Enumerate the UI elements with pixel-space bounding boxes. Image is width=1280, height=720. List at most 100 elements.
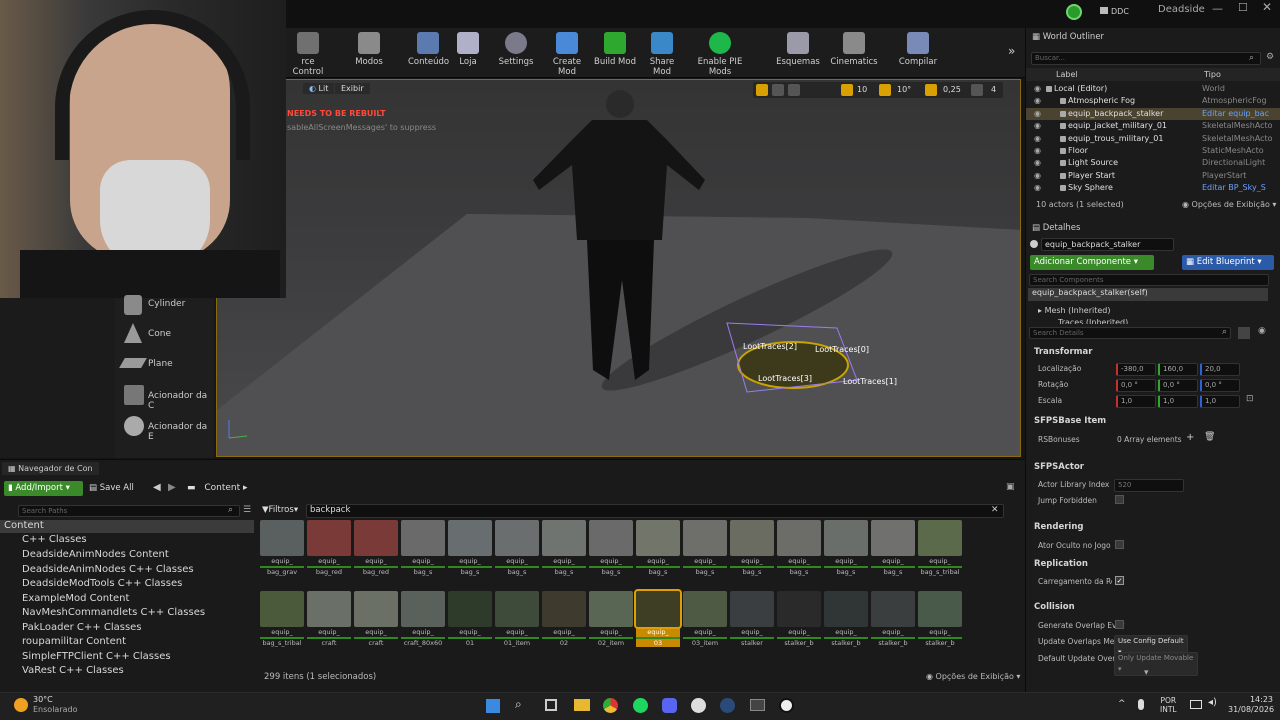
asset-tile[interactable]: equip_ 01 [448,591,492,655]
cinematics-button[interactable]: Cinematics [830,32,878,74]
replication-section[interactable]: Replication [1034,559,1088,569]
asset-tile[interactable]: equip_ stalker [730,591,774,655]
col-label[interactable]: Label [1056,70,1078,79]
outliner-row[interactable]: ◉ equip_jacket_military_01 SkeletalMeshAct… [1026,120,1280,132]
folder-item[interactable]: roupamilitar Content [0,636,254,650]
scale-snap-value[interactable]: 0,25 [943,85,961,94]
clear-search-icon[interactable]: ✕ [991,505,999,515]
spotify-icon[interactable] [633,698,648,713]
steam-icon[interactable] [720,698,735,713]
actor-name-field[interactable]: equip_backpack_stalker [1041,238,1174,251]
outliner-row[interactable]: ◉ equip_backpack_stalker Editar equip_bac [1026,107,1280,120]
scale-label[interactable]: Escala [1038,396,1062,405]
asset-tile[interactable]: equip_ stalker_b [918,591,962,655]
compile-button[interactable]: Compilar [898,32,938,74]
move-tool-icon[interactable] [756,84,768,96]
scale-x[interactable]: 1,0 [1116,395,1156,408]
scale-tool-icon[interactable] [788,84,800,96]
scale-snap-icon[interactable] [925,84,937,96]
outliner-search-input[interactable]: Buscar... [1031,52,1261,65]
outliner-settings-icon[interactable]: ⚙ [1266,52,1274,62]
back-icon[interactable]: ◀ [153,482,161,493]
visibility-eye-icon[interactable]: ◉ [1034,146,1041,155]
asset-tile[interactable]: equip_ stalker_b [777,591,821,655]
collision-section[interactable]: Collision [1034,602,1075,612]
asset-tile[interactable]: equip_ craft_80x60 [401,591,445,655]
asset-tile[interactable]: equip_ bag_red [354,520,398,584]
outliner-row[interactable]: ◉ equip_trous_military_01 SkeletalMeshActo [1026,133,1280,145]
folder-item[interactable]: DeadsideAnimNodes Content [0,549,254,563]
outliner-row[interactable]: ◉ Floor StaticMeshActo [1026,145,1280,157]
outliner-row[interactable]: ◉ Atmospheric Fog AtmosphericFog [1026,95,1280,107]
file-explorer-icon[interactable] [574,699,590,711]
mic-icon[interactable] [1138,699,1144,710]
actor-item-cylinder[interactable]: Cylinder [120,292,214,318]
outliner-row[interactable]: ◉ Light Source DirectionalLight [1026,157,1280,169]
asset-tile[interactable]: equip_ bag_red [307,520,351,584]
visibility-eye-icon[interactable]: ◉ [1034,158,1041,167]
components-self[interactable]: equip_backpack_stalker(self) [1028,288,1268,301]
expand-advanced-icon[interactable]: ▾ [1144,668,1149,678]
search-paths-input[interactable]: Search Paths [18,505,240,517]
asset-tile[interactable]: equip_ stalker_b [824,591,868,655]
visibility-eye-icon[interactable]: ◉ [1034,183,1041,192]
visibility-eye-icon[interactable]: ◉ [1034,109,1041,118]
search-icon[interactable]: ⌕ [515,697,522,712]
show-button[interactable]: Exibir [335,83,370,94]
list-view-icon[interactable]: ☰ [243,505,251,515]
tray-chevron-icon[interactable]: ^ [1118,699,1126,709]
sfps-base-section[interactable]: SFPSBase Item [1034,416,1106,426]
blueprints-button[interactable]: Esquemas [776,32,820,74]
asset-tile[interactable]: equip_ bag_grav [260,520,304,584]
enable-pie-mods-button[interactable]: Enable PIE Mods [688,32,752,77]
filters-button[interactable]: ▼Filtros▾ [262,505,298,515]
build-mod-button[interactable]: Build Mod [594,32,636,74]
minimize-button[interactable]: — [1212,2,1223,15]
share-mod-button[interactable]: Share Mod [640,32,684,77]
language-indicator[interactable]: POR INTL [1160,696,1177,714]
visibility-eye-icon[interactable]: ◉ [1034,96,1041,105]
asset-tile[interactable]: equip_ craft [307,591,351,655]
scale-y[interactable]: 1,0 [1158,395,1198,408]
terminal-icon[interactable] [750,699,765,711]
col-type[interactable]: Tipo [1204,70,1221,79]
asset-tile[interactable]: equip_ bag_s [448,520,492,584]
volume-icon[interactable]: ◂) [1208,697,1217,708]
rotation-x[interactable]: 0,0 ° [1116,379,1156,392]
actor-item-trigger-box[interactable]: Acionador da C [120,382,214,411]
discord-icon[interactable] [662,698,677,713]
rotation-y[interactable]: 0,0 ° [1158,379,1198,392]
asset-tile[interactable]: equip_ craft [354,591,398,655]
ue-logo-icon[interactable] [1066,4,1082,20]
add-component-button[interactable]: Adicionar Componente ▾ [1030,255,1154,270]
lit-mode-button[interactable]: ◐ Lit [303,83,335,94]
folder-item[interactable]: Content [0,520,254,533]
scale-lock-icon[interactable]: ⊡ [1246,394,1254,404]
component-traces[interactable]: Traces (Inherited) [1058,318,1128,324]
start-icon[interactable] [486,699,500,713]
save-all-button[interactable]: ▤ Save All [89,483,134,493]
outliner-tab[interactable]: ▦ World Outliner [1032,32,1104,42]
grid-snap-value[interactable]: 10 [857,85,867,94]
asset-tile[interactable]: equip_ bag_s [730,520,774,584]
create-mod-button[interactable]: Create Mod [544,32,590,77]
asset-tile[interactable]: equip_ bag_s [495,520,539,584]
asset-tile[interactable]: equip_ 03_item [683,591,727,655]
delete-elements-icon[interactable]: 🗑 [1204,432,1215,442]
ddc-indicator[interactable]: DDC [1100,7,1129,16]
asset-tile[interactable]: equip_ bag_s [777,520,821,584]
location-label[interactable]: Localização [1038,364,1081,373]
store-button[interactable]: Loja [451,32,485,74]
edit-blueprint-button[interactable]: ▦ Edit Blueprint ▾ [1182,255,1274,270]
settings-button[interactable]: Settings [496,32,536,74]
asset-tile[interactable]: equip_ bag_s [683,520,727,584]
content-browser-tab[interactable]: ▦ Navegador de Con [2,462,99,475]
folder-item[interactable]: DeadsideAnimNodes C++ Classes [0,564,254,578]
details-eye-icon[interactable]: ◉ [1258,326,1266,336]
content-path[interactable]: ▬ Content ▸ [187,483,248,493]
rendering-section[interactable]: Rendering [1034,522,1083,532]
actor-item-plane[interactable]: Plane [119,350,214,376]
search-components-input[interactable]: Search Components [1029,274,1269,286]
network-icon[interactable] [1190,700,1202,709]
outliner-row[interactable]: ◉ Player Start PlayerStart [1026,170,1280,182]
